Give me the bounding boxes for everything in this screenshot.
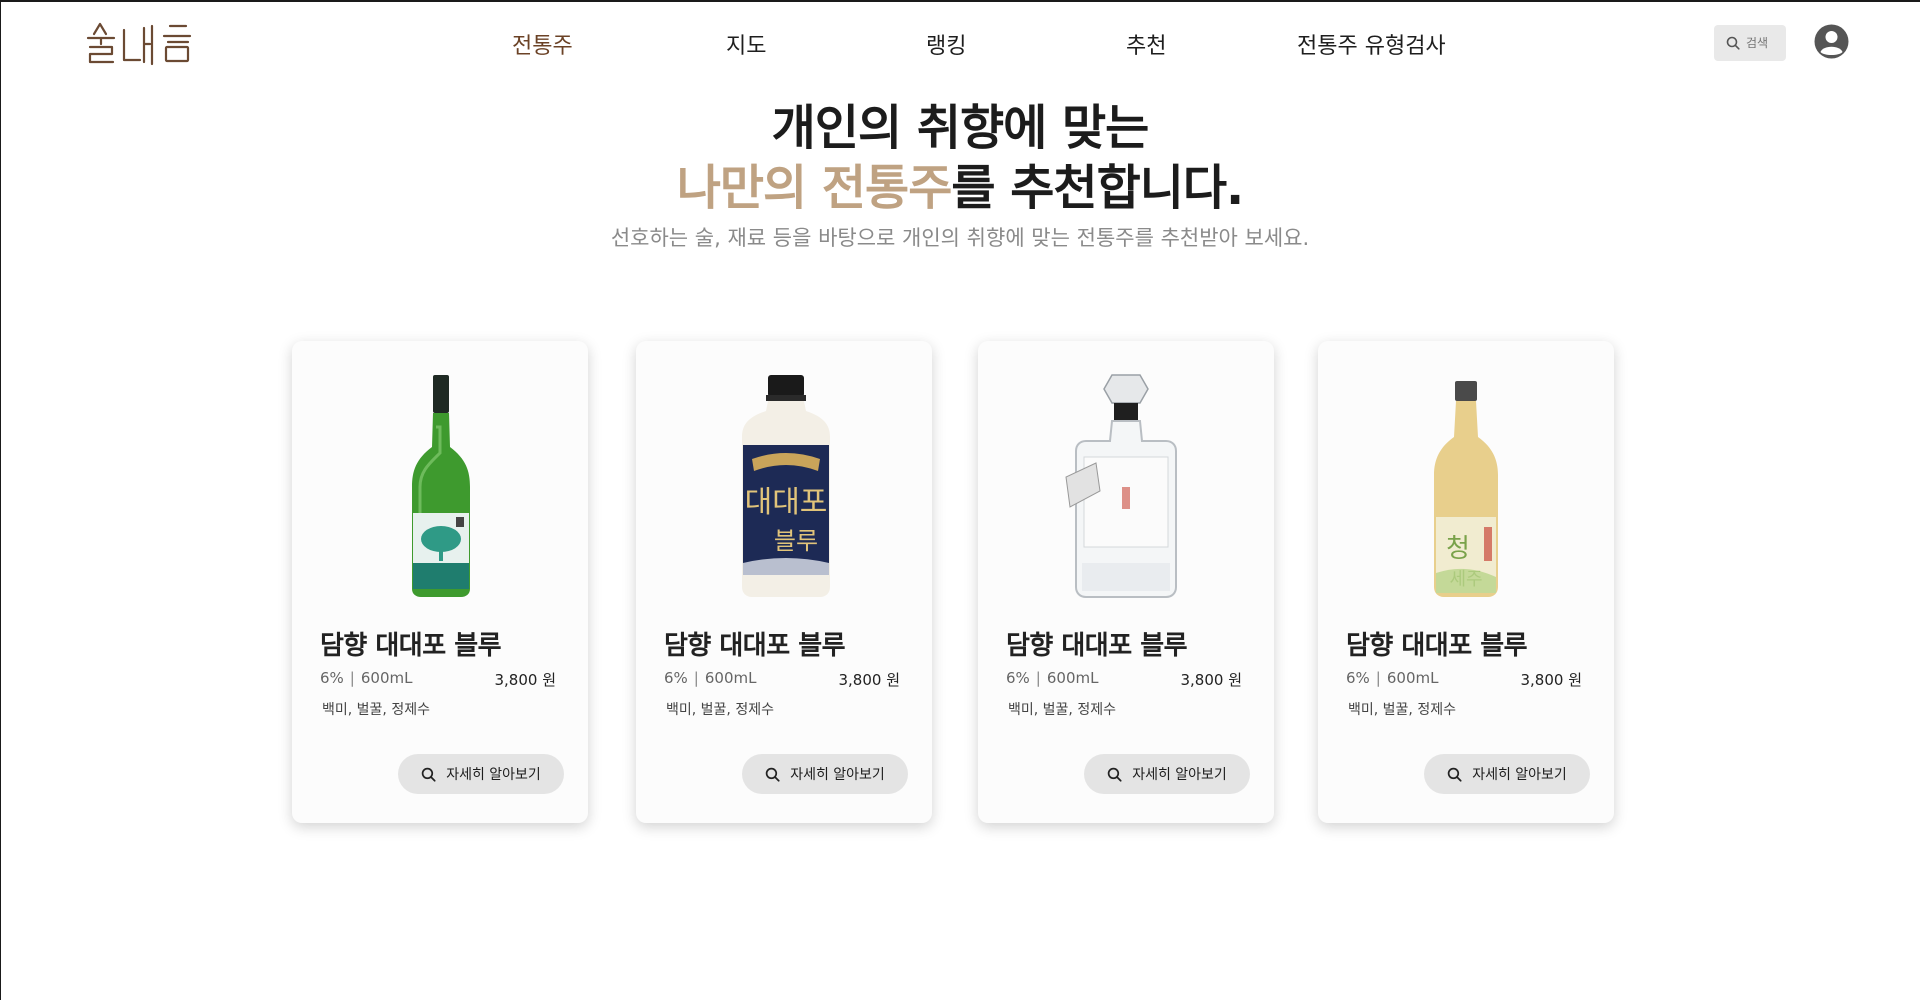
product-price: 3,800 원 [838,671,900,689]
details-button[interactable]: 자세히 알아보기 [742,754,908,794]
main-nav: 전통주 지도 랭킹 추천 전통주 유형검사 [0,28,1920,64]
search-icon [1447,767,1462,782]
user-avatar-icon[interactable] [1814,24,1849,59]
spec-divider: | [693,669,699,687]
green-bottle-image [412,375,470,597]
hero-subtitle: 선호하는 술, 재료 등을 바탕으로 개인의 취향에 맞는 전통주를 추천받아 … [610,226,1310,250]
product-abv: 6% [1006,669,1030,687]
svg-text:청: 청 [1446,534,1470,564]
search-box[interactable] [1714,25,1786,61]
product-name: 담향 대대포 블루 [1006,631,1188,661]
nav-item-type-test[interactable]: 전통주 유형검사 [1297,28,1446,60]
product-price: 3,800 원 [494,671,556,689]
details-button-label: 자세히 알아보기 [790,767,885,783]
nav-item-ranking[interactable]: 랭킹 [926,28,966,60]
search-input[interactable] [1746,36,1782,50]
nav-item-traditional-liquor[interactable]: 전통주 [512,28,573,60]
product-volume: 600mL [704,669,757,687]
makgeolli-bottle-image: 대대포 블루 [742,375,830,597]
nav-item-recommend[interactable]: 추천 [1126,28,1166,60]
search-icon [1726,36,1740,50]
product-card[interactable]: 대대포 블루 담향 대대포 블루 6% | 600mL 3,800 원 백미, 벌꿀… [636,341,932,823]
nav-item-map[interactable]: 지도 [726,28,766,60]
product-name: 담향 대대포 블루 [664,631,846,661]
details-button-label: 자세히 알아보기 [446,767,541,783]
product-abv: 6% [320,669,344,687]
hero-title-accent: 나만의 전통주 [676,160,953,216]
spec-divider: | [1035,669,1041,687]
product-card[interactable]: 담향 대대포 블루 6% | 600mL 3,800 원 백미, 벌꿀, 정제수 자… [978,341,1274,823]
product-volume: 600mL [360,669,413,687]
product-ingredients: 백미, 벌꿀, 정제수 [666,702,774,718]
header: 전통주 지도 랭킹 추천 전통주 유형검사 [0,0,1920,92]
product-volume: 600mL [1386,669,1439,687]
product-volume: 600mL [1046,669,1099,687]
product-ingredients: 백미, 벌꿀, 정제수 [1348,702,1456,718]
product-spec: 6% | 600mL [1006,669,1098,687]
product-price: 3,800 원 [1180,671,1242,689]
details-button[interactable]: 자세히 알아보기 [398,754,564,794]
search-icon [1107,767,1122,782]
details-button[interactable]: 자세히 알아보기 [1424,754,1590,794]
hero-title-rest: 를 추천합니다. [951,160,1244,216]
hero-title-line2: 나만의 전통주를 추천합니다. [0,148,1920,218]
search-icon [421,767,436,782]
product-card[interactable]: 담향 대대포 블루 6% | 600mL 3,800 원 백미, 벌꿀, 정제수 자… [292,341,588,823]
product-ingredients: 백미, 벌꿀, 정제수 [1008,702,1116,718]
product-spec: 6% | 600mL [1346,669,1438,687]
spec-divider: | [349,669,355,687]
product-name: 담향 대대포 블루 [1346,631,1528,661]
product-ingredients: 백미, 벌꿀, 정제수 [322,702,430,718]
search-icon [765,767,780,782]
spec-divider: | [1375,669,1381,687]
product-spec: 6% | 600mL [664,669,756,687]
product-abv: 6% [1346,669,1370,687]
product-card[interactable]: 청 세주 담향 대대포 블루 6% | 600mL 3,800 원 백미, 벌꿀, … [1318,341,1614,823]
details-button[interactable]: 자세히 알아보기 [1084,754,1250,794]
details-button-label: 자세히 알아보기 [1132,767,1227,783]
golden-bottle-image: 청 세주 [1434,381,1498,597]
product-abv: 6% [664,669,688,687]
svg-text:대대포: 대대포 [745,485,828,520]
details-button-label: 자세히 알아보기 [1472,767,1567,783]
svg-text:블루: 블루 [774,527,818,555]
clear-square-bottle-image [1065,374,1177,598]
product-spec: 6% | 600mL [320,669,412,687]
product-price: 3,800 원 [1520,671,1582,689]
product-name: 담향 대대포 블루 [320,631,502,661]
